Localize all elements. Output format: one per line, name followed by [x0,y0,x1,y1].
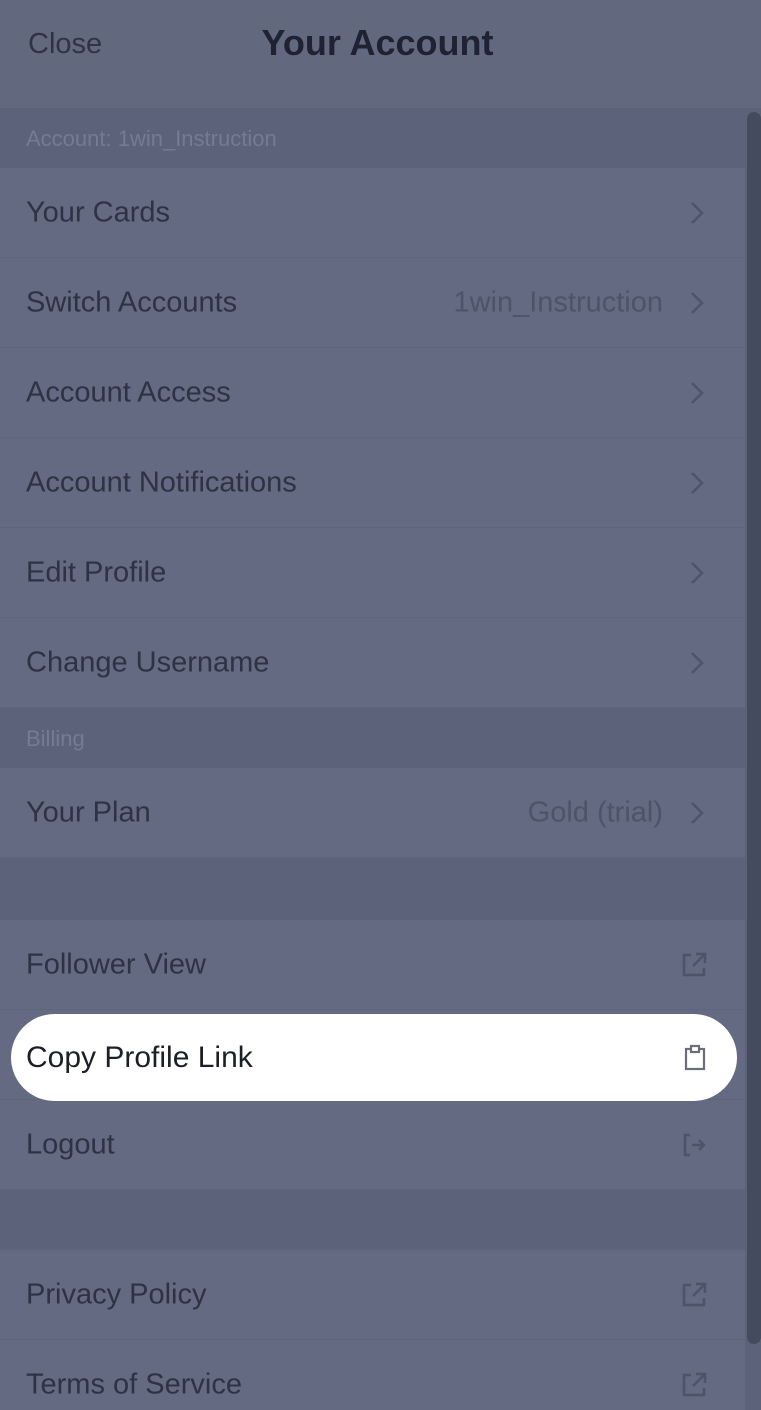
section-spacer [0,1190,745,1250]
chevron-right-icon [691,801,704,824]
row-label: Logout [26,1128,115,1160]
section-header-billing: Billing [0,708,745,768]
external-link-icon [682,1282,707,1306]
logout-icon [683,1133,706,1156]
row-follower-view[interactable]: Follower View [0,920,745,1010]
section-header-account: Account: 1win_Instruction [0,108,745,168]
row-change-username[interactable]: Change Username [0,618,745,708]
copy-profile-link-button[interactable]: Copy Profile Link [11,1014,737,1101]
row-label: Switch Accounts [26,286,238,318]
row-value: Gold (trial) [527,796,663,828]
row-your-cards[interactable]: Your Cards [0,168,745,258]
row-switch-accounts[interactable]: Switch Accounts 1win_Instruction [0,258,745,348]
row-terms-of-service[interactable]: Terms of Service [0,1340,745,1410]
row-account-notifications[interactable]: Account Notifications [0,438,745,528]
settings-list: Account: 1win_Instruction Your Cards Swi… [0,108,745,1410]
row-label: Account Notifications [26,466,297,498]
row-label: Edit Profile [26,556,167,588]
row-label: Privacy Policy [26,1278,207,1310]
row-account-access[interactable]: Account Access [0,348,745,438]
header-bar: Close Your Account [0,0,761,108]
row-label: Your Plan [26,796,151,828]
scrollbar-thumb[interactable] [747,112,761,1344]
section-label: Billing [26,726,85,751]
section-label: Account: 1win_Instruction [26,126,277,151]
chevron-right-icon [691,381,704,404]
chevron-right-icon [691,651,704,674]
row-edit-profile[interactable]: Edit Profile [0,528,745,618]
row-label: Change Username [26,646,270,678]
row-label: Account Access [26,376,231,408]
row-your-plan[interactable]: Your Plan Gold (trial) [0,768,745,858]
chevron-right-icon [691,291,704,314]
chevron-right-icon [691,561,704,584]
chevron-right-icon [691,471,704,494]
row-label: Terms of Service [26,1368,242,1400]
chevron-right-icon [691,201,704,224]
page-title: Your Account [261,22,494,63]
scrollbar[interactable] [745,108,761,1410]
row-label: Your Cards [26,196,171,228]
row-label: Follower View [26,948,206,980]
row-logout[interactable]: Logout [0,1100,745,1190]
external-link-icon [682,952,707,976]
row-privacy-policy[interactable]: Privacy Policy [0,1250,745,1340]
clipboard-icon [684,1044,706,1070]
section-spacer [0,858,745,920]
row-value: 1win_Instruction [453,286,663,318]
row-label: Copy Profile Link [26,1040,253,1074]
external-link-icon [682,1372,707,1396]
